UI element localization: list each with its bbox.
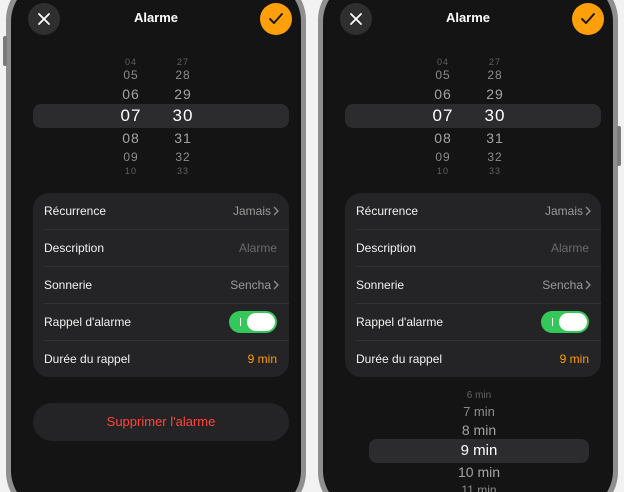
minute-option[interactable]: 28 — [475, 68, 515, 82]
hour-option[interactable]: 10 — [423, 166, 463, 176]
minute-option[interactable]: 27 — [163, 57, 203, 67]
description-field[interactable]: Alarme — [239, 241, 277, 255]
minute-option[interactable]: 33 — [163, 166, 203, 176]
duration-row[interactable]: Durée du rappel 9 min — [345, 341, 601, 378]
minute-option[interactable]: 32 — [475, 150, 515, 164]
hour-option[interactable]: 10 — [111, 166, 151, 176]
settings-card: Récurrence Jamais Description Alarme Son… — [345, 193, 601, 377]
toggle-on-indicator — [552, 318, 553, 326]
toggle-knob — [247, 313, 275, 331]
description-field[interactable]: Alarme — [551, 241, 589, 255]
phone-side-button — [617, 126, 621, 166]
snooze-toggle[interactable] — [229, 311, 277, 333]
minute-option[interactable]: 29 — [163, 86, 203, 102]
picker-selection-band — [33, 104, 289, 128]
recurrence-row[interactable]: Récurrence Jamais — [33, 193, 289, 230]
minute-option[interactable]: 33 — [475, 166, 515, 176]
snooze-label: Rappel d'alarme — [356, 315, 444, 329]
snooze-row: Rappel d'alarme — [33, 304, 289, 341]
description-label: Description — [356, 241, 417, 255]
hour-option[interactable]: 09 — [111, 150, 151, 164]
duration-option[interactable]: 6 min — [323, 390, 613, 401]
snooze-toggle[interactable] — [541, 311, 589, 333]
delete-alarm-button[interactable]: Supprimer l'alarme — [33, 403, 289, 441]
toggle-knob — [559, 313, 587, 331]
ringtone-value: Sencha — [230, 278, 271, 292]
toggle-on-indicator — [240, 318, 241, 326]
phone-frame-right: Alarme 04 05 06 07 08 09 10 27 28 29 30 … — [318, 0, 621, 492]
snooze-row: Rappel d'alarme — [345, 304, 601, 341]
chevron-right-icon — [585, 280, 591, 290]
time-picker[interactable]: 04 05 06 07 08 09 10 27 28 29 30 31 32 3… — [323, 52, 613, 180]
duration-option[interactable]: 7 min — [323, 404, 613, 419]
description-row[interactable]: Description Alarme — [345, 230, 601, 267]
ringtone-row[interactable]: Sonnerie Sencha — [345, 267, 601, 304]
chevron-right-icon — [273, 280, 279, 290]
screen-right: Alarme 04 05 06 07 08 09 10 27 28 29 30 … — [323, 0, 613, 492]
recurrence-row[interactable]: Récurrence Jamais — [345, 193, 601, 230]
recurrence-label: Récurrence — [44, 204, 107, 218]
ringtone-row[interactable]: Sonnerie Sencha — [33, 267, 289, 304]
minute-option[interactable]: 29 — [475, 86, 515, 102]
duration-row[interactable]: Durée du rappel 9 min — [33, 341, 289, 378]
snooze-label: Rappel d'alarme — [44, 315, 132, 329]
duration-option[interactable]: 10 min — [323, 464, 613, 480]
confirm-button[interactable] — [260, 3, 292, 35]
hour-option[interactable]: 06 — [111, 86, 151, 102]
hour-option[interactable]: 04 — [111, 57, 151, 67]
duration-picker[interactable]: 6 min 7 min 8 min 9 min 10 min 11 min — [323, 387, 613, 492]
time-picker[interactable]: 04 05 06 07 08 09 10 27 28 29 30 31 32 3… — [11, 52, 301, 180]
chevron-right-icon — [585, 206, 591, 216]
confirm-button[interactable] — [572, 3, 604, 35]
minute-selected[interactable]: 30 — [163, 106, 203, 126]
hour-option[interactable]: 08 — [111, 130, 151, 146]
hour-selected[interactable]: 07 — [423, 106, 463, 126]
hour-option[interactable]: 04 — [423, 57, 463, 67]
hour-option[interactable]: 06 — [423, 86, 463, 102]
hour-option[interactable]: 05 — [111, 68, 151, 82]
minute-selected[interactable]: 30 — [475, 106, 515, 126]
recurrence-value: Jamais — [232, 204, 271, 218]
recurrence-value: Jamais — [544, 204, 583, 218]
page-title: Alarme — [133, 10, 179, 25]
screen-left: Alarme 04 05 06 07 08 09 10 27 28 29 30 … — [11, 0, 301, 492]
checkmark-icon — [269, 13, 283, 24]
ringtone-label: Sonnerie — [356, 278, 405, 292]
description-label: Description — [44, 241, 105, 255]
duration-option[interactable]: 11 min — [323, 483, 613, 492]
settings-card: Récurrence Jamais Description Alarme Son… — [33, 193, 289, 377]
hour-option[interactable]: 08 — [423, 130, 463, 146]
minute-option[interactable]: 32 — [163, 150, 203, 164]
duration-value: 9 min — [559, 352, 589, 366]
duration-option[interactable]: 8 min — [323, 422, 613, 438]
ringtone-value: Sencha — [542, 278, 583, 292]
hour-selected[interactable]: 07 — [111, 106, 151, 126]
duration-label: Durée du rappel — [44, 352, 131, 366]
duration-label: Durée du rappel — [356, 352, 443, 366]
minute-option[interactable]: 27 — [475, 57, 515, 67]
chevron-right-icon — [273, 206, 279, 216]
duration-selected[interactable]: 9 min — [323, 442, 613, 459]
picker-selection-band — [345, 104, 601, 128]
description-row[interactable]: Description Alarme — [33, 230, 289, 267]
phone-side-button — [3, 36, 7, 66]
phone-frame-left: Alarme 04 05 06 07 08 09 10 27 28 29 30 … — [3, 0, 306, 492]
duration-value: 9 min — [247, 352, 277, 366]
minute-option[interactable]: 31 — [163, 130, 203, 146]
minute-option[interactable]: 28 — [163, 68, 203, 82]
ringtone-label: Sonnerie — [44, 278, 93, 292]
minute-option[interactable]: 31 — [475, 130, 515, 146]
hour-option[interactable]: 05 — [423, 68, 463, 82]
recurrence-label: Récurrence — [356, 204, 419, 218]
page-title: Alarme — [445, 10, 491, 25]
hour-option[interactable]: 09 — [423, 150, 463, 164]
checkmark-icon — [581, 13, 595, 24]
